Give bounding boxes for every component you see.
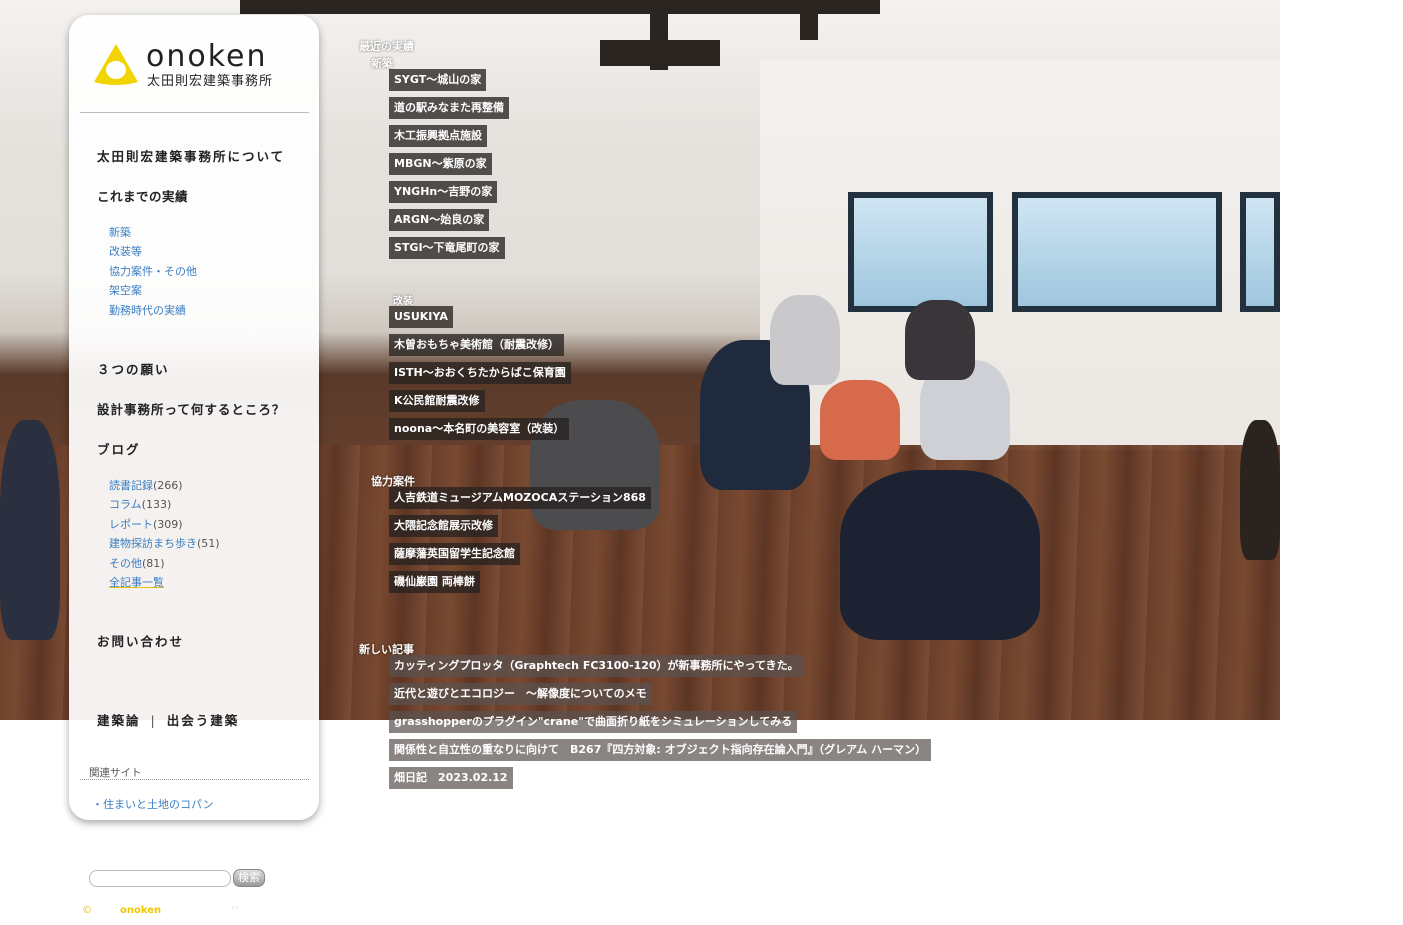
blog-cat-other[interactable]: その他(81) [109, 554, 220, 573]
blog-cat-count: (81) [142, 556, 165, 570]
blog-cat-column[interactable]: コラム(133) [109, 495, 220, 514]
person [770, 295, 840, 385]
logo-subtitle: 太田則宏建築事務所 [147, 74, 274, 89]
works-submenu: 新築 改装等 協力案件・その他 架空案 勤務時代の実績 [109, 223, 197, 320]
person [820, 380, 900, 460]
post-link[interactable]: カッティングプロッタ（Graphtech FC3100-120）が新事務所にやっ… [389, 655, 804, 677]
nav-contact[interactable]: お問い合わせ [97, 631, 184, 650]
bottom-nav: 建築論 | 出会う建築 [97, 710, 239, 729]
work-link[interactable]: STGI～下竜尾町の家 [389, 237, 505, 259]
post-link[interactable]: 関係性と自立性の重なりに向けて B267『四方対象: オブジェクト指向存在論入門… [389, 739, 932, 761]
ceiling-beam [240, 0, 880, 14]
site-logo[interactable]: onoken 太田則宏建築事務所 [92, 40, 292, 90]
post-link[interactable]: 近代と遊びとエコロジー ～解像度についてのメモ [389, 683, 652, 705]
related-link-copan[interactable]: ・住まいと土地のコパン [92, 796, 214, 812]
blog-cat-label: 読書記録 [109, 479, 153, 492]
work-link[interactable]: 大隈記念館展示改修 [389, 515, 498, 537]
blog-cat-count: (266) [153, 479, 183, 492]
work-link[interactable]: ISTH～おおくちたからばこ保育園 [389, 362, 571, 384]
ceiling-beam [650, 0, 668, 70]
work-link[interactable]: ARGN～始良の家 [389, 209, 490, 231]
blog-cat-label: コラム [109, 498, 142, 512]
window [848, 192, 993, 312]
copyright-brand: onoken [120, 905, 162, 916]
work-link[interactable]: MBGN～紫原の家 [389, 153, 492, 175]
blog-submenu: 読書記録(266) コラム(133) レポート(309) 建物探訪まち歩き(51… [109, 476, 220, 592]
work-link[interactable]: 木曽おもちゃ美術館（耐震改修） [389, 334, 564, 356]
renovation-heading: 改装 [393, 296, 413, 307]
related-divider [80, 779, 309, 780]
ceiling-beam [800, 0, 818, 40]
work-link[interactable]: noona～本名町の美容室（改装） [389, 418, 570, 440]
nav-theory[interactable]: 建築論 [97, 713, 141, 728]
blog-cat-count: (51) [197, 537, 220, 551]
recent-works-heading: 最近の実績 [359, 40, 414, 53]
nav-wishes[interactable]: ３つの願い [97, 359, 170, 378]
work-link[interactable]: K公民館耐震改修 [389, 390, 485, 412]
copyright: © onoken ᐟᐟ [82, 905, 240, 916]
logo-wordmark: onoken [146, 39, 268, 74]
nav-meet[interactable]: 出会う建築 [167, 713, 240, 728]
blog-cat-reading[interactable]: 読書記録(266) [109, 476, 220, 495]
work-link[interactable]: YNGHn～吉野の家 [389, 181, 498, 203]
nav-blog[interactable]: ブログ [97, 439, 141, 458]
work-link[interactable]: SYGT～城山の家 [389, 69, 487, 91]
logo-mark-icon [94, 44, 138, 85]
works-sub-new[interactable]: 新築 [109, 223, 197, 242]
person [840, 470, 1040, 640]
nav-about[interactable]: 太田則宏建築事務所について [97, 146, 285, 165]
work-link[interactable]: 道の駅みなまた再整備 [389, 97, 509, 119]
person [0, 420, 60, 640]
works-sub-renovation[interactable]: 改装等 [109, 242, 197, 261]
blog-cat-label: レポート [109, 517, 153, 531]
all-posts-link[interactable]: 全記事一覧 [109, 573, 220, 592]
work-link[interactable]: 磯仙巌園 両棒餅 [389, 571, 480, 593]
works-sub-employment[interactable]: 勤務時代の実績 [109, 301, 197, 320]
works-sub-fictional[interactable]: 架空案 [109, 281, 197, 300]
window [1240, 192, 1280, 312]
blog-cat-label: その他 [109, 556, 142, 570]
blog-cat-visits[interactable]: 建物探訪まち歩き(51) [109, 534, 220, 553]
work-link[interactable]: 木工振興拠点施設 [389, 125, 487, 147]
post-link[interactable]: 畑日記 2023.02.12 [389, 767, 513, 789]
blog-cat-count: (309) [153, 517, 183, 531]
nav-separator: | [150, 713, 157, 728]
nav-what-is[interactable]: 設計事務所って何するところ？ [97, 399, 285, 418]
search-button[interactable]: 検索 [233, 869, 265, 887]
footer-mark: ᐟᐟ [231, 905, 240, 916]
sidebar-divider [80, 112, 309, 113]
person [905, 300, 975, 380]
window [1012, 192, 1222, 312]
post-link[interactable]: grasshopperのプラグイン"crane"で曲面折り紙をシミュレーションし… [389, 711, 798, 733]
search-input[interactable] [89, 870, 231, 887]
copyright-symbol: © [82, 905, 92, 916]
blog-cat-label: 建物探訪まち歩き [109, 537, 197, 551]
work-link[interactable]: 薩摩藩英国留学生記念館 [389, 543, 520, 565]
work-link[interactable]: USUKIYA [389, 306, 453, 328]
works-sub-cooperation[interactable]: 協力案件・その他 [109, 262, 197, 281]
nav-works[interactable]: これまでの実績 [97, 186, 188, 205]
work-link[interactable]: 人吉鉄道ミュージアムMOZOCAステーション868 [389, 487, 651, 509]
blog-cat-count: (133) [141, 498, 172, 512]
person [1240, 420, 1280, 560]
blog-cat-report[interactable]: レポート(309) [109, 515, 220, 534]
related-sites-title: 関連サイト [89, 767, 142, 779]
